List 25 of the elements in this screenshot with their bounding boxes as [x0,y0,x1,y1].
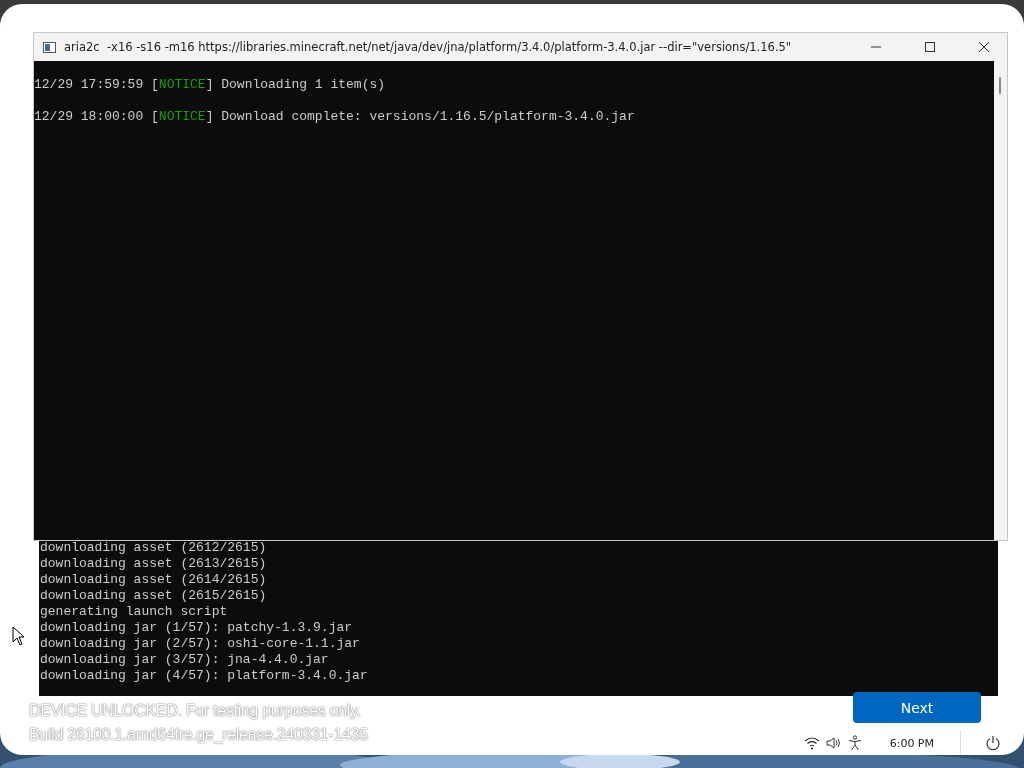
console-line: generating launch script [39,604,229,620]
next-button[interactable]: Next [853,692,981,723]
wifi-icon[interactable] [803,736,820,750]
window-title: aria2c -x16 -s16 -m16 https://libraries.minecraft.net/net/java/dev/jna/platform/3.4.0/platform-3.4.0.jar --dir="versions/1.16.5" [64,40,793,54]
maximize-icon [925,42,935,52]
console-line: downloading jar (3/57): jna-4.4.0.jar [39,652,330,668]
notice-text: Build 26100.1.amd64fre.ge_release.240331-1435 [29,726,368,744]
console-line: downloading jar (2/57): oshi-core-1.1.jar [39,636,361,652]
console-line: downloading jar (4/57): platform-3.4.0.jar [39,668,369,684]
console-line: downloading jar (1/57): patchy-1.3.9.jar [39,620,354,636]
volume-icon[interactable] [825,736,842,750]
mouse-cursor-icon [12,626,24,646]
console-line: 12/29 18:00:00 [NOTICE] Download complete: versions/1.16.5/platform-3.4.0.jar [34,109,636,125]
clock: 6:00 PM [889,736,934,750]
accessibility-icon[interactable] [847,735,862,751]
console-icon [43,41,56,53]
console-line: downloading asset (2613/2615) [39,556,268,572]
console-line: downloading asset (2615/2615) [39,588,268,604]
notice-text: DEVICE UNLOCKED. For testing purposes only. [29,702,362,720]
console-line: downloading asset (2612/2615) [39,540,268,556]
console-line: downloading asset (2614/2615) [39,572,268,588]
close-icon [979,42,989,52]
scrollbar-thumb[interactable] [999,77,1001,94]
power-icon[interactable] [985,735,1001,751]
console-line: 12/29 17:59:59 [NOTICE] Downloading 1 item(s) [34,77,387,93]
